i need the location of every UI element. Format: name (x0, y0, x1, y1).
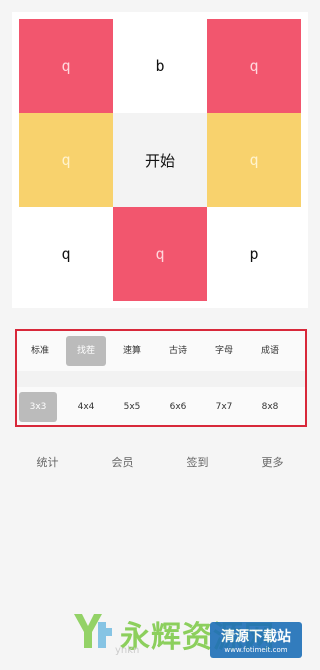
panel-divider (17, 371, 305, 387)
grid-cell[interactable]: q (19, 19, 113, 113)
watermark: 永辉资源网 ynkn 清源下载站 www.fotimeit.com (70, 600, 320, 670)
grid-cell[interactable]: q (207, 113, 301, 207)
watermark-badge: 清源下载站 www.fotimeit.com (210, 622, 302, 658)
size-option-9x9[interactable]: 9 (293, 392, 305, 422)
mode-selector: 标准 找茬 速算 古诗 字母 成语 (17, 331, 305, 371)
grid-cell[interactable]: p (207, 207, 301, 301)
mode-tab-poem[interactable]: 古诗 (155, 336, 201, 366)
nav-statistics[interactable]: 统计 (18, 454, 78, 470)
start-button[interactable]: 开始 (113, 113, 207, 207)
mode-tab-spot-difference[interactable]: 找茬 (66, 336, 106, 366)
watermark-logo-icon (74, 614, 112, 648)
mode-tab-standard[interactable]: 标准 (17, 336, 63, 366)
size-option-6x6[interactable]: 6x6 (155, 392, 201, 422)
game-board: q b q q 开始 q q q p (12, 12, 308, 308)
size-option-3x3[interactable]: 3x3 (19, 392, 57, 422)
grid-cell[interactable]: q (113, 207, 207, 301)
watermark-badge-title: 清源下载站 (221, 629, 291, 645)
bottom-nav: 统计 会员 签到 更多 (0, 450, 320, 474)
nav-membership[interactable]: 会员 (93, 454, 153, 470)
grid-cell[interactable]: q (19, 113, 113, 207)
game-grid: q b q q 开始 q q q p (19, 19, 301, 301)
size-option-7x7[interactable]: 7x7 (201, 392, 247, 422)
size-option-4x4[interactable]: 4x4 (63, 392, 109, 422)
grid-cell[interactable]: q (207, 19, 301, 113)
watermark-partial-text: ynkn (115, 645, 140, 656)
nav-checkin[interactable]: 签到 (168, 454, 228, 470)
watermark-badge-url: www.fotimeit.com (224, 646, 288, 654)
size-option-5x5[interactable]: 5x5 (109, 392, 155, 422)
mode-tab-quick-math[interactable]: 速算 (109, 336, 155, 366)
nav-more[interactable]: 更多 (243, 454, 303, 470)
mode-tab-letters[interactable]: 字母 (201, 336, 247, 366)
size-option-8x8[interactable]: 8x8 (247, 392, 293, 422)
size-selector: 3x3 4x4 5x5 6x6 7x7 8x8 9 (17, 387, 305, 425)
options-panel: 标准 找茬 速算 古诗 字母 成语 3x3 4x4 5x5 6x6 7x7 8x… (15, 329, 307, 427)
grid-cell[interactable]: q (19, 207, 113, 301)
grid-cell[interactable]: b (113, 19, 207, 113)
mode-tab-idiom[interactable]: 成语 (247, 336, 293, 366)
